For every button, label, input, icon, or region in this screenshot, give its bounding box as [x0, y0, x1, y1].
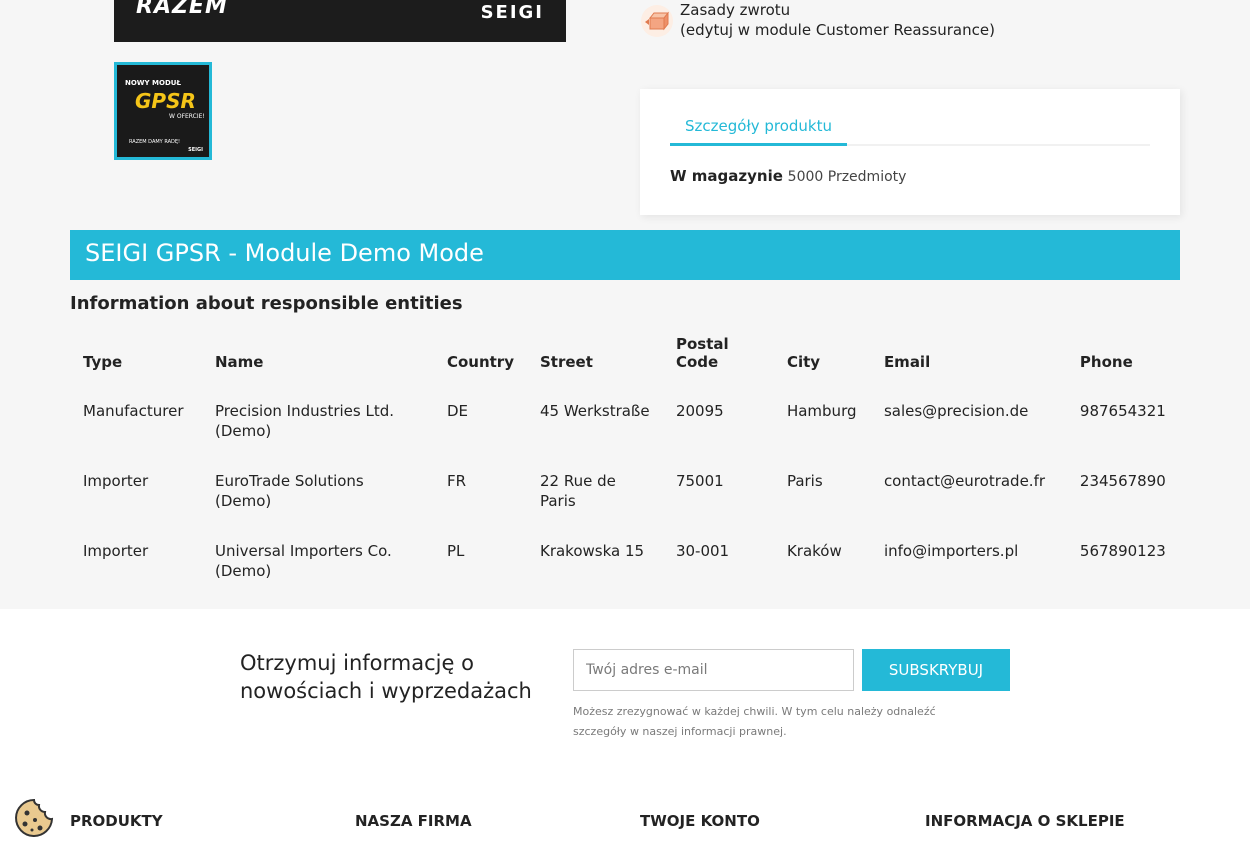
stock-info: W magazynie 5000 Przedmioty — [670, 167, 906, 185]
table-cell: 45 Werkstraße — [539, 402, 650, 420]
newsletter-email-input[interactable] — [573, 649, 854, 691]
stock-label: W magazynie — [670, 167, 783, 185]
table-header-row: Type Name Country Street Postal Code Cit… — [70, 330, 1180, 385]
table-row: Importer EuroTrade Solutions (Demo) FR 2… — [70, 455, 1180, 525]
table-cell: 20095 — [675, 402, 724, 420]
subscribe-button[interactable]: Subskrybuj — [862, 649, 1010, 691]
table-cell: 987654321 — [1079, 402, 1166, 420]
table-row: Manufacturer Precision Industries Ltd. (… — [70, 385, 1180, 455]
table-row: Importer Universal Importers Co. (Demo) … — [70, 525, 1180, 595]
footer: Otrzymuj informację o nowościach i wyprz… — [0, 609, 1250, 850]
table-cell: 234567890 — [1079, 472, 1166, 490]
table-cell: PL — [446, 542, 465, 560]
gpsr-subtitle: Information about responsible entities — [70, 293, 463, 314]
footer-heading-store-info[interactable]: INFORMACJA O SKLEPIE — [925, 812, 1125, 830]
table-cell: Kraków — [786, 542, 842, 560]
reassurance-line1: Zasady zwrotu — [680, 1, 791, 19]
thumbnail-line4: RAZEM DAMY RADĘ! — [129, 139, 181, 145]
table-cell: sales@precision.de — [883, 402, 1029, 420]
thumbnail-line1: NOWY MODUŁ — [125, 79, 181, 87]
table-cell: FR — [446, 472, 467, 490]
column-header: Type — [83, 353, 123, 371]
table-cell: EuroTrade Solutions (Demo) — [214, 472, 364, 510]
reassurance-text: Zasady zwrotu (edytuj w module Customer … — [680, 0, 995, 40]
details-tabs: Szczegóły produktu — [670, 115, 1150, 146]
reassurance-line2: (edytuj w module Customer Reassurance) — [680, 21, 995, 39]
column-header: Street — [539, 353, 593, 371]
table-cell: info@importers.pl — [883, 542, 1019, 560]
product-image-promo-text: RAZEM — [136, 0, 228, 19]
table-cell: Hamburg — [786, 402, 857, 420]
footer-heading-products[interactable]: PRODUKTY — [70, 812, 163, 830]
table-cell: 30-001 — [675, 542, 730, 560]
column-header: Phone — [1079, 353, 1133, 371]
newsletter-legal-text: Możesz zrezygnować w każdej chwili. W ty… — [573, 705, 936, 738]
footer-heading-account[interactable]: TWOJE KONTO — [640, 812, 760, 830]
column-header: Postal Code — [675, 335, 729, 371]
product-details-panel: Szczegóły produktu W magazynie 5000 Prze… — [640, 89, 1180, 215]
customer-reassurance: Zasady zwrotu (edytuj w module Customer … — [640, 0, 995, 40]
cookie-icon[interactable] — [13, 797, 55, 839]
gpsr-header-bar: SEIGI GPSR - Module Demo Mode — [70, 230, 1180, 280]
column-header: Name — [214, 353, 264, 371]
footer-heading-company[interactable]: NASZA FIRMA — [355, 812, 472, 830]
tab-product-details[interactable]: Szczegóły produktu — [670, 115, 847, 146]
thumbnail-line3: W OFERCIE! — [169, 113, 205, 120]
stock-value: 5000 Przedmioty — [787, 169, 907, 185]
thumbnail-line2: GPSR — [135, 89, 196, 113]
table-cell: Importer — [83, 472, 149, 490]
table-cell: contact@eurotrade.fr — [883, 472, 1046, 490]
package-return-icon — [641, 5, 673, 37]
product-main-image[interactable]: RAZEM SEIGI — [114, 0, 566, 42]
thumbnail-brand: SEIGI — [188, 147, 203, 153]
table-cell: Krakowska 15 — [539, 542, 645, 560]
newsletter-title: Otrzymuj informację o nowościach i wyprz… — [240, 651, 532, 703]
table-cell: Universal Importers Co. (Demo) — [214, 542, 392, 580]
column-header: City — [786, 353, 821, 371]
table-cell: DE — [446, 402, 468, 420]
table-cell: Precision Industries Ltd. (Demo) — [214, 402, 395, 440]
table-cell: Manufacturer — [83, 402, 184, 420]
product-image-brand: SEIGI — [480, 2, 544, 23]
gpsr-title: SEIGI GPSR - Module Demo Mode — [85, 239, 484, 267]
table-cell: 22 Rue de Paris — [539, 472, 616, 510]
responsible-entities-table: Type Name Country Street Postal Code Cit… — [70, 330, 1180, 595]
table-cell: Paris — [786, 472, 823, 490]
table-cell: 75001 — [675, 472, 724, 490]
product-thumbnail[interactable]: NOWY MODUŁ GPSR W OFERCIE! RAZEM DAMY RA… — [114, 62, 212, 160]
column-header: Country — [446, 353, 514, 371]
column-header: Email — [883, 353, 931, 371]
table-cell: Importer — [83, 542, 149, 560]
table-cell: 567890123 — [1079, 542, 1166, 560]
